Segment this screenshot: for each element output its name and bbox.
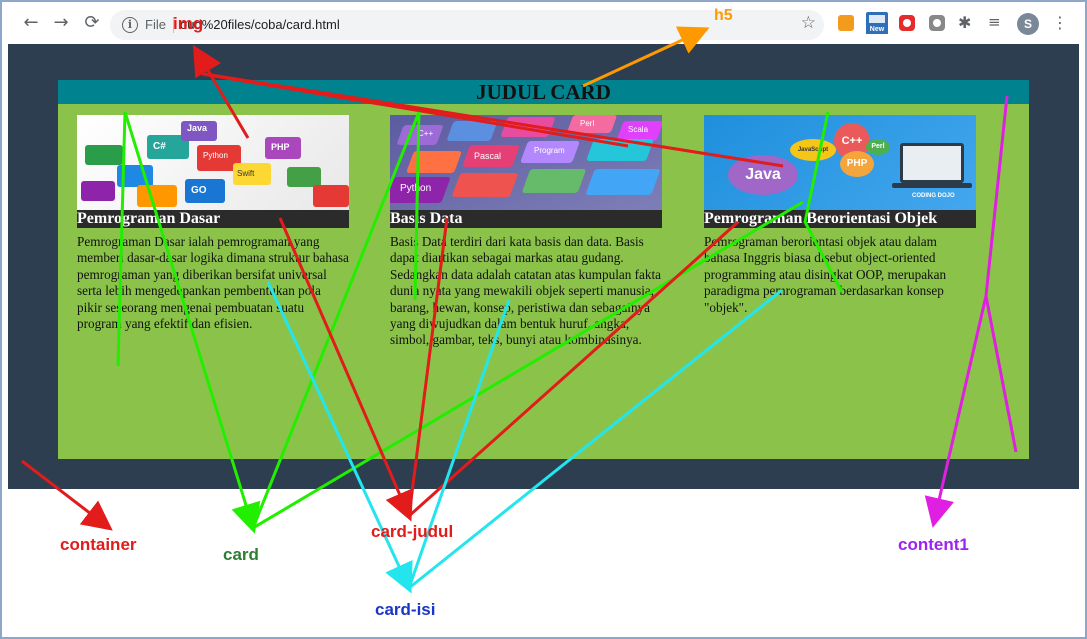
annotation-label-card: card (223, 545, 259, 564)
forward-arrow-icon[interactable]: → (50, 12, 72, 34)
img-label-php: PHP (271, 142, 290, 152)
extension-new-screen (869, 15, 885, 23)
card-isi: Pemrograman berorientasi objek atau dala… (704, 234, 947, 315)
bubble-java: Java (728, 155, 798, 195)
file-label: File (145, 17, 166, 32)
judul-bar: JUDUL CARD (58, 80, 1029, 104)
star-icon[interactable]: ☆ (801, 13, 816, 33)
img-label-csharp: C# (153, 141, 166, 152)
bubble-perl: Perl (866, 139, 890, 155)
reload-icon[interactable]: ⟳ (81, 12, 103, 34)
img-label-pascal: Pascal (474, 151, 502, 161)
extension-camera-icon[interactable] (929, 15, 945, 31)
card-image-programming-blocks: Java Python C# PHP GO Swift (77, 115, 349, 210)
back-arrow-icon[interactable]: ← (20, 12, 42, 34)
annotation-label-card-isi: card-isi (375, 600, 436, 619)
extension-new-badge: New (866, 26, 888, 34)
media-playlist-icon[interactable]: ≡ (988, 13, 1001, 31)
img-label-perl: Perl (580, 119, 595, 128)
extension-camera-red-icon[interactable] (899, 15, 915, 31)
img-label-swift: Swift (237, 169, 255, 178)
laptop-screen (900, 143, 964, 183)
puzzle-extensions-icon[interactable]: ✱ (958, 13, 971, 32)
img-label-coding-dojo: CODING DOJO (912, 193, 955, 199)
extension-new-icon[interactable]: New (866, 12, 888, 34)
bubble-javascript: JavaScript (790, 139, 836, 161)
annotation-label-content1: content1 (898, 535, 969, 554)
annotation-label-card-judul: card-judul (371, 522, 454, 541)
img-label-go: GO (191, 185, 207, 196)
img-label-cpp: C++ (418, 129, 434, 138)
card-image-language-bubbles: Java C++ PHP Perl JavaScript CODING DOJO (704, 115, 976, 210)
info-icon[interactable]: i (122, 17, 138, 33)
content1: JUDUL CARD Java Python C# PHP GO Swift P… (58, 80, 1029, 459)
card-pemrograman-berorientasi-objek: Java C++ PHP Perl JavaScript CODING DOJO… (704, 115, 976, 316)
card-pemrograman-dasar: Java Python C# PHP GO Swift Pemrograman … (77, 115, 349, 332)
card-isi: Pemrograman Dasar ialah pemrograman yang… (77, 234, 349, 332)
img-label-program: Program (534, 146, 565, 155)
page-title: JUDUL CARD (476, 80, 611, 104)
img-label-python-key: Python (400, 183, 432, 194)
img-label-scala: Scala (628, 125, 649, 134)
profile-avatar[interactable]: S (1017, 13, 1039, 35)
laptop-base (892, 183, 972, 188)
img-label-python: Python (203, 151, 228, 160)
url-text[interactable]: oud%20files/coba/card.html (180, 17, 340, 32)
bubble-php: PHP (840, 151, 874, 177)
container: JUDUL CARD Java Python C# PHP GO Swift P… (8, 44, 1079, 489)
card-isi: Basis Data terdiri dari kata basis dan d… (390, 234, 661, 348)
kebab-menu-icon[interactable]: ⋮ (1052, 13, 1068, 32)
card-basis-data: C++ Pascal Program Python Perl Scala Bas… (390, 115, 662, 349)
annotation-label-img: img (173, 14, 204, 33)
browser-toolbar: ← → ⟳ i File oud%20files/coba/card.html … (0, 0, 1087, 44)
extension-orange-icon[interactable] (838, 15, 854, 31)
card-judul: Basis Data (390, 210, 662, 228)
annotation-label-container: container (60, 535, 137, 554)
img-label-java: Java (187, 123, 208, 133)
annotation-label-h5: h5 (714, 7, 733, 24)
card-judul: Pemrograman Dasar (77, 210, 349, 228)
card-image-keyboard: C++ Pascal Program Python Perl Scala (390, 115, 662, 210)
card-judul: Pemrograman Berorientasi Objek (704, 210, 976, 228)
